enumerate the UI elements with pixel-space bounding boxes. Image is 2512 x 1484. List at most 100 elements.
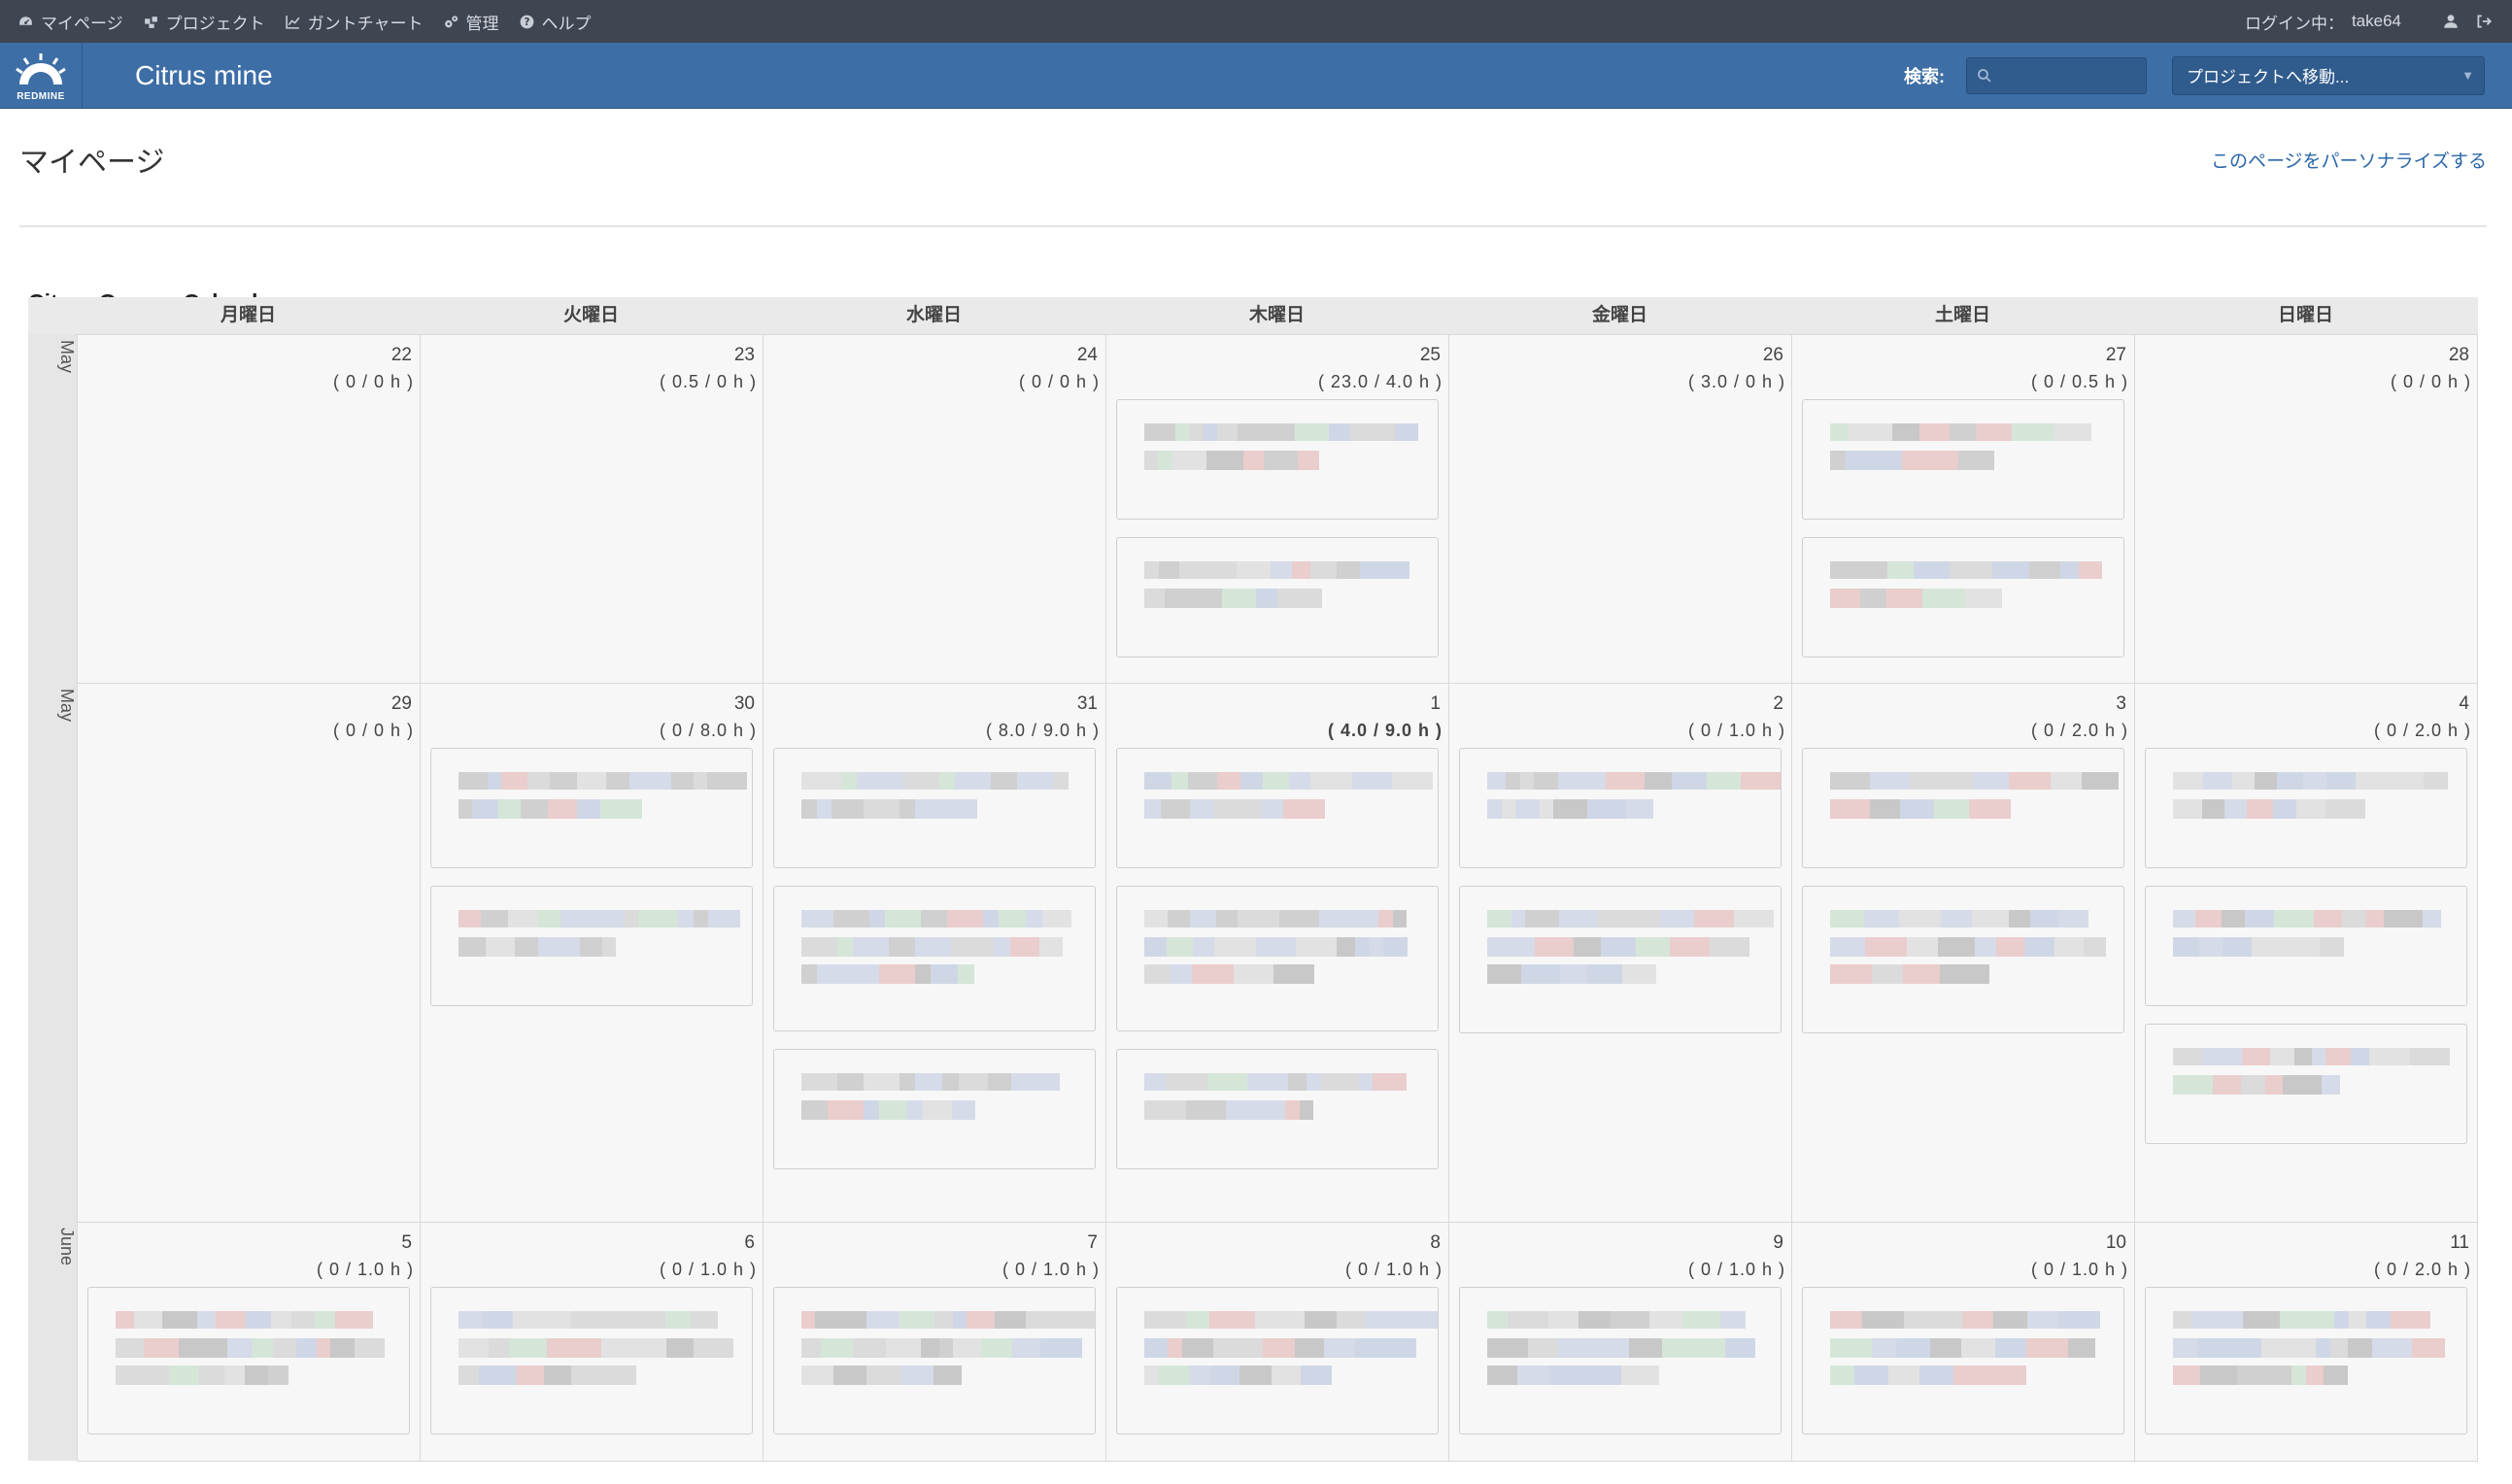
- issue-card[interactable]: [1802, 886, 2124, 1033]
- issue-card[interactable]: [1116, 886, 1439, 1031]
- blurred-text-block: [1598, 910, 1625, 928]
- blurred-text-block: [707, 772, 747, 790]
- top-menu-item-mypage[interactable]: マイページ: [17, 10, 123, 34]
- blurred-text-block: [1369, 423, 1395, 441]
- blurred-text-block: [981, 1338, 1012, 1358]
- blurred-text-block: [801, 1100, 828, 1120]
- blurred-text-block: [1216, 561, 1237, 579]
- blurred-text-block: [1186, 451, 1206, 470]
- search-input[interactable]: [1998, 66, 2138, 84]
- blurred-text-block: [2237, 1366, 2258, 1385]
- blurred-text-block: [1307, 1073, 1321, 1091]
- blurred-text-block: [1168, 910, 1190, 928]
- blurred-text-block: [1144, 799, 1161, 819]
- blurred-text-block: [550, 772, 577, 790]
- issue-card[interactable]: [2145, 1024, 2467, 1144]
- blurred-text-block: [1214, 937, 1256, 957]
- blurred-text-block: [1012, 1338, 1040, 1358]
- blurred-text-block: [1226, 1100, 1267, 1120]
- blurred-text-block: [837, 1073, 864, 1091]
- blurred-text-block: [2024, 937, 2054, 957]
- blurred-text-block: [483, 1311, 513, 1329]
- day-hours: ( 0 / 0.5 h ): [2030, 372, 2128, 391]
- issue-card[interactable]: [87, 1287, 410, 1434]
- top-menu-item-help[interactable]: ? ヘルプ: [519, 10, 592, 34]
- issue-card[interactable]: [1116, 537, 1439, 658]
- blurred-text-block: [2324, 1366, 2348, 1385]
- blurred-text-block: [1216, 910, 1238, 928]
- blurred-text-block: [1262, 799, 1283, 819]
- issue-card[interactable]: [1459, 886, 1782, 1033]
- top-menu-item-gantt[interactable]: ガントチャート: [285, 10, 424, 34]
- blurred-text-block: [1846, 451, 1875, 470]
- blurred-text-block: [866, 1311, 900, 1329]
- blurred-text-block: [1144, 1366, 1159, 1385]
- blurred-text-block: [2306, 1366, 2324, 1385]
- project-jump-select[interactable]: プロジェクトへ移動... ▼: [2172, 55, 2485, 95]
- day-of-week-header: 水曜日: [905, 305, 962, 325]
- issue-card[interactable]: [2145, 886, 2467, 1006]
- user-link[interactable]: take64: [2352, 12, 2401, 31]
- blurred-text-block: [1528, 1338, 1558, 1358]
- site-title[interactable]: Citrus mine: [135, 60, 273, 91]
- issue-card[interactable]: [1802, 1287, 2124, 1434]
- issue-card[interactable]: [1802, 748, 2124, 868]
- blurred-text-block: [1870, 772, 1910, 790]
- blurred-text-block: [864, 799, 900, 819]
- blurred-text-block: [560, 910, 602, 928]
- top-menu-left: マイページ プロジェクト ガントチャート 管理 ? ヘルプ: [17, 10, 611, 34]
- blurred-text-block: [1549, 1366, 1588, 1385]
- issue-card[interactable]: [773, 748, 1096, 868]
- blurred-text-block: [2412, 1338, 2445, 1358]
- blurred-text-block: [1203, 423, 1217, 441]
- blurred-text-block: [1553, 799, 1587, 819]
- issue-card[interactable]: [2145, 1287, 2467, 1434]
- blurred-text-block: [544, 1366, 571, 1385]
- search-box[interactable]: [1966, 56, 2147, 94]
- issue-card[interactable]: [1116, 399, 1439, 520]
- blurred-text-block: [1275, 1311, 1305, 1329]
- blurred-text-block: [1560, 964, 1587, 984]
- blurred-text-block: [921, 1338, 939, 1358]
- blurred-text-block: [801, 799, 817, 819]
- blurred-text-block: [513, 1311, 533, 1329]
- blurred-text-block: [2366, 1311, 2391, 1329]
- blurred-text-block: [2258, 1366, 2291, 1385]
- blurred-text-block: [801, 1366, 833, 1385]
- blurred-text-block: [906, 1100, 923, 1120]
- issue-card[interactable]: [430, 886, 753, 1006]
- blurred-text-block: [1540, 799, 1553, 819]
- day-cell: 4 ( 0 / 2.0 h ): [2134, 683, 2478, 1223]
- issue-card[interactable]: [1802, 399, 2124, 520]
- blurred-text-block: [1734, 910, 1774, 928]
- blurred-text-block: [1206, 451, 1243, 470]
- issue-card[interactable]: [430, 1287, 753, 1434]
- blurred-text-block: [2391, 1311, 2430, 1329]
- day-number: 28: [2448, 345, 2469, 365]
- redmine-logo[interactable]: REDMINE: [0, 42, 83, 109]
- top-menu-item-projects[interactable]: プロジェクト: [143, 10, 265, 34]
- issue-card[interactable]: [1459, 748, 1782, 868]
- top-menu-item-admin[interactable]: 管理: [443, 10, 499, 34]
- issue-card[interactable]: [1116, 1287, 1439, 1434]
- issue-card[interactable]: [1802, 537, 2124, 658]
- blurred-text-block: [2277, 772, 2303, 790]
- user-icon[interactable]: [2442, 13, 2460, 30]
- issue-card[interactable]: [773, 1287, 1096, 1434]
- blurred-text-block: [2349, 1311, 2366, 1329]
- issue-card[interactable]: [773, 1049, 1096, 1169]
- issue-card[interactable]: [1116, 748, 1439, 868]
- gears-icon: [443, 14, 459, 30]
- issue-card[interactable]: [430, 748, 753, 868]
- issue-card[interactable]: [773, 886, 1096, 1031]
- blurred-text-block: [1279, 910, 1319, 928]
- issue-card[interactable]: [1116, 1049, 1439, 1169]
- blurred-text-block: [2200, 1366, 2237, 1385]
- issue-card[interactable]: [2145, 748, 2467, 868]
- issue-card[interactable]: [1459, 1287, 1782, 1434]
- logout-icon[interactable]: [2475, 13, 2493, 30]
- blurred-text-block: [1587, 964, 1622, 984]
- blurred-text-block: [349, 1311, 373, 1329]
- blurred-text-block: [1209, 1311, 1224, 1329]
- personalize-link[interactable]: このページをパーソナライズする: [2211, 109, 2487, 173]
